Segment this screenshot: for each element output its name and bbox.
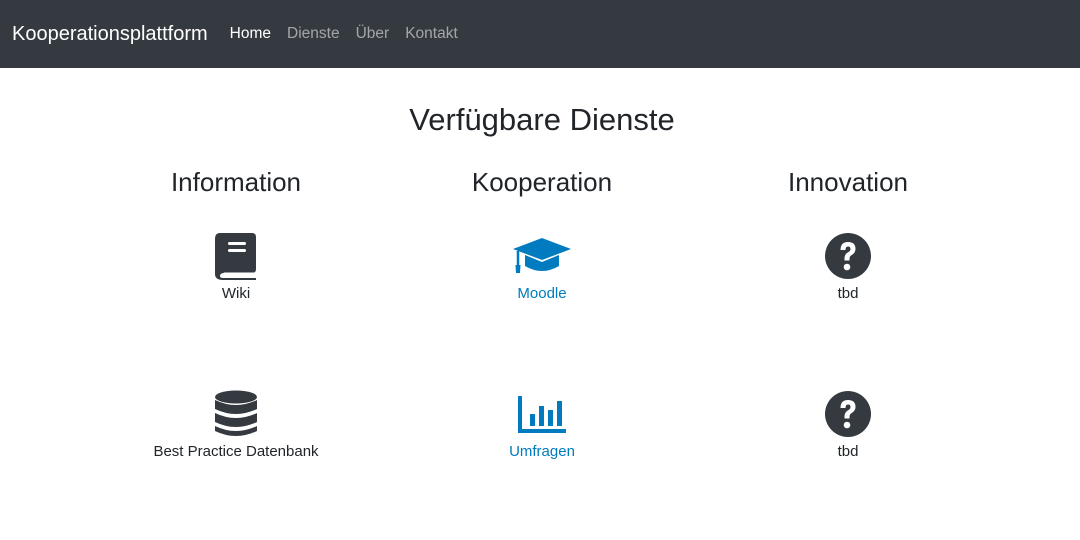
brand-link[interactable]: Kooperationsplattform bbox=[12, 23, 208, 46]
top-navbar: Kooperationsplattform Home Dienste Über … bbox=[0, 0, 1080, 68]
column-heading-innovation: Innovation bbox=[788, 167, 908, 197]
question-circle-icon bbox=[825, 391, 871, 437]
service-best-practice-datenbank[interactable]: Best Practice Datenbank bbox=[86, 390, 386, 460]
service-wiki[interactable]: Wiki bbox=[86, 232, 386, 302]
book-icon bbox=[215, 233, 256, 280]
service-label: tbd bbox=[837, 285, 859, 302]
service-umfragen-link[interactable]: Umfragen bbox=[392, 390, 692, 460]
nav-ueber[interactable]: Über bbox=[356, 25, 390, 43]
database-icon bbox=[215, 390, 257, 436]
column-heading-kooperation: Kooperation bbox=[471, 167, 613, 197]
nav-dienste[interactable]: Dienste bbox=[287, 25, 340, 43]
service-label[interactable]: Umfragen bbox=[392, 443, 692, 460]
bar-chart-icon bbox=[518, 396, 566, 433]
service-label[interactable]: Moodle bbox=[392, 285, 692, 302]
question-circle-icon bbox=[825, 233, 871, 279]
service-moodle-link[interactable]: Moodle bbox=[392, 232, 692, 302]
graduation-cap-icon bbox=[513, 238, 571, 273]
service-label: Wiki bbox=[221, 285, 251, 302]
nav-kontakt[interactable]: Kontakt bbox=[405, 25, 458, 43]
service-tbd-1: tbd bbox=[698, 232, 998, 302]
service-label: tbd bbox=[837, 443, 859, 460]
page-title: Verfügbare Dienste bbox=[409, 102, 675, 137]
service-label: Best Practice Datenbank bbox=[153, 443, 319, 460]
nav-home[interactable]: Home bbox=[230, 25, 271, 43]
column-heading-information: Information bbox=[170, 167, 302, 197]
service-tbd-2: tbd bbox=[698, 390, 998, 460]
